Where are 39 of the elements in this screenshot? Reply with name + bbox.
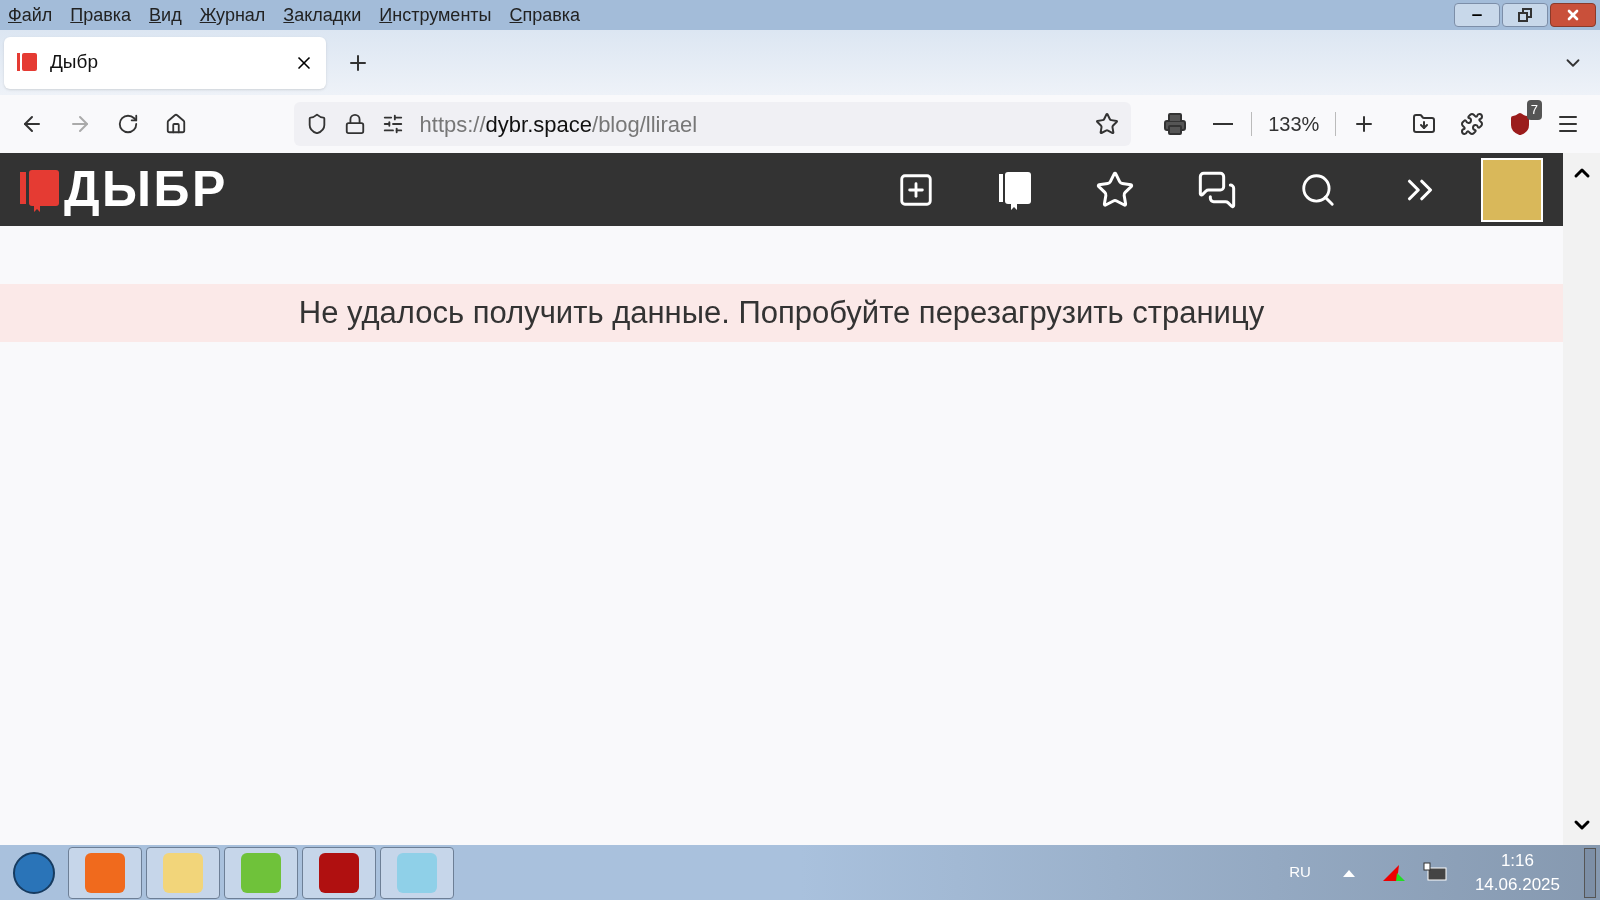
network-icon[interactable] (1422, 861, 1447, 884)
menu-item[interactable]: Закладки (283, 1, 362, 29)
menu-item[interactable]: Журнал (199, 1, 266, 29)
address-bar[interactable]: https://dybr.space/blog/llirael (293, 102, 1132, 146)
book-icon (16, 51, 38, 74)
reload-icon (116, 113, 139, 135)
close-icon (1565, 7, 1581, 23)
restore-icon (1518, 8, 1532, 22)
restore-button[interactable] (1502, 3, 1548, 27)
menu-item[interactable]: Инструменты (379, 1, 492, 29)
logo-book-icon (20, 167, 60, 212)
taskbar-button[interactable] (302, 846, 376, 899)
blog-book-icon[interactable] (997, 169, 1033, 210)
lock-icon[interactable] (343, 113, 366, 135)
menu-item[interactable]: Правка (70, 1, 132, 29)
extension-badge: 7 (1526, 100, 1543, 120)
minus-icon (1213, 123, 1234, 125)
site-logo[interactable]: ДЫБР (64, 152, 228, 227)
bookmark-star-icon[interactable] (1095, 112, 1120, 136)
printer-icon (1163, 112, 1188, 136)
home-icon (164, 113, 187, 135)
menu-item[interactable]: Файл (8, 1, 53, 29)
error-message: Не удалось получить данные. Попробуйте перезагрузить страницу (298, 293, 1265, 332)
taskbar-button[interactable] (146, 846, 220, 899)
menu-item[interactable]: Вид (149, 1, 182, 29)
url-text: https://dybr.space/blog/llirael (419, 110, 699, 139)
taskbar-button[interactable] (380, 846, 454, 899)
folder-download-icon (1412, 112, 1437, 136)
zoom-level[interactable]: 133% (1260, 109, 1328, 139)
menu-item[interactable]: Справка (509, 1, 581, 29)
browser-tab[interactable]: Дыбр (4, 36, 326, 89)
favorites-star-icon[interactable] (1095, 169, 1135, 210)
taskbar-button[interactable] (68, 846, 142, 899)
taskbar-button[interactable] (224, 846, 298, 899)
comments-icon[interactable] (1197, 169, 1237, 210)
puzzle-icon (1460, 112, 1485, 136)
tab-title: Дыбр (50, 50, 99, 75)
close-button[interactable] (1550, 3, 1596, 27)
permissions-icon[interactable] (381, 113, 404, 135)
